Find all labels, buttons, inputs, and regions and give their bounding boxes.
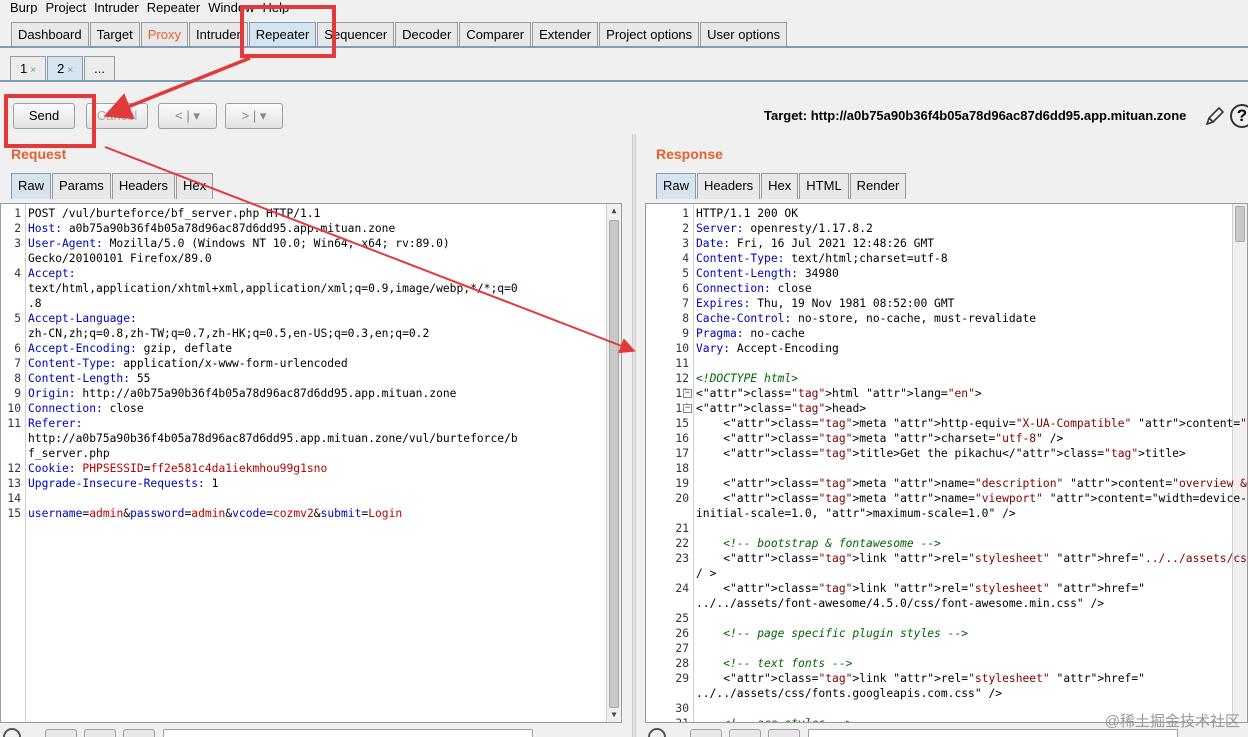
arrow-to-send: [103, 56, 251, 120]
annotation-arrows: [103, 56, 636, 354]
arrow-to-response: [104, 146, 636, 354]
